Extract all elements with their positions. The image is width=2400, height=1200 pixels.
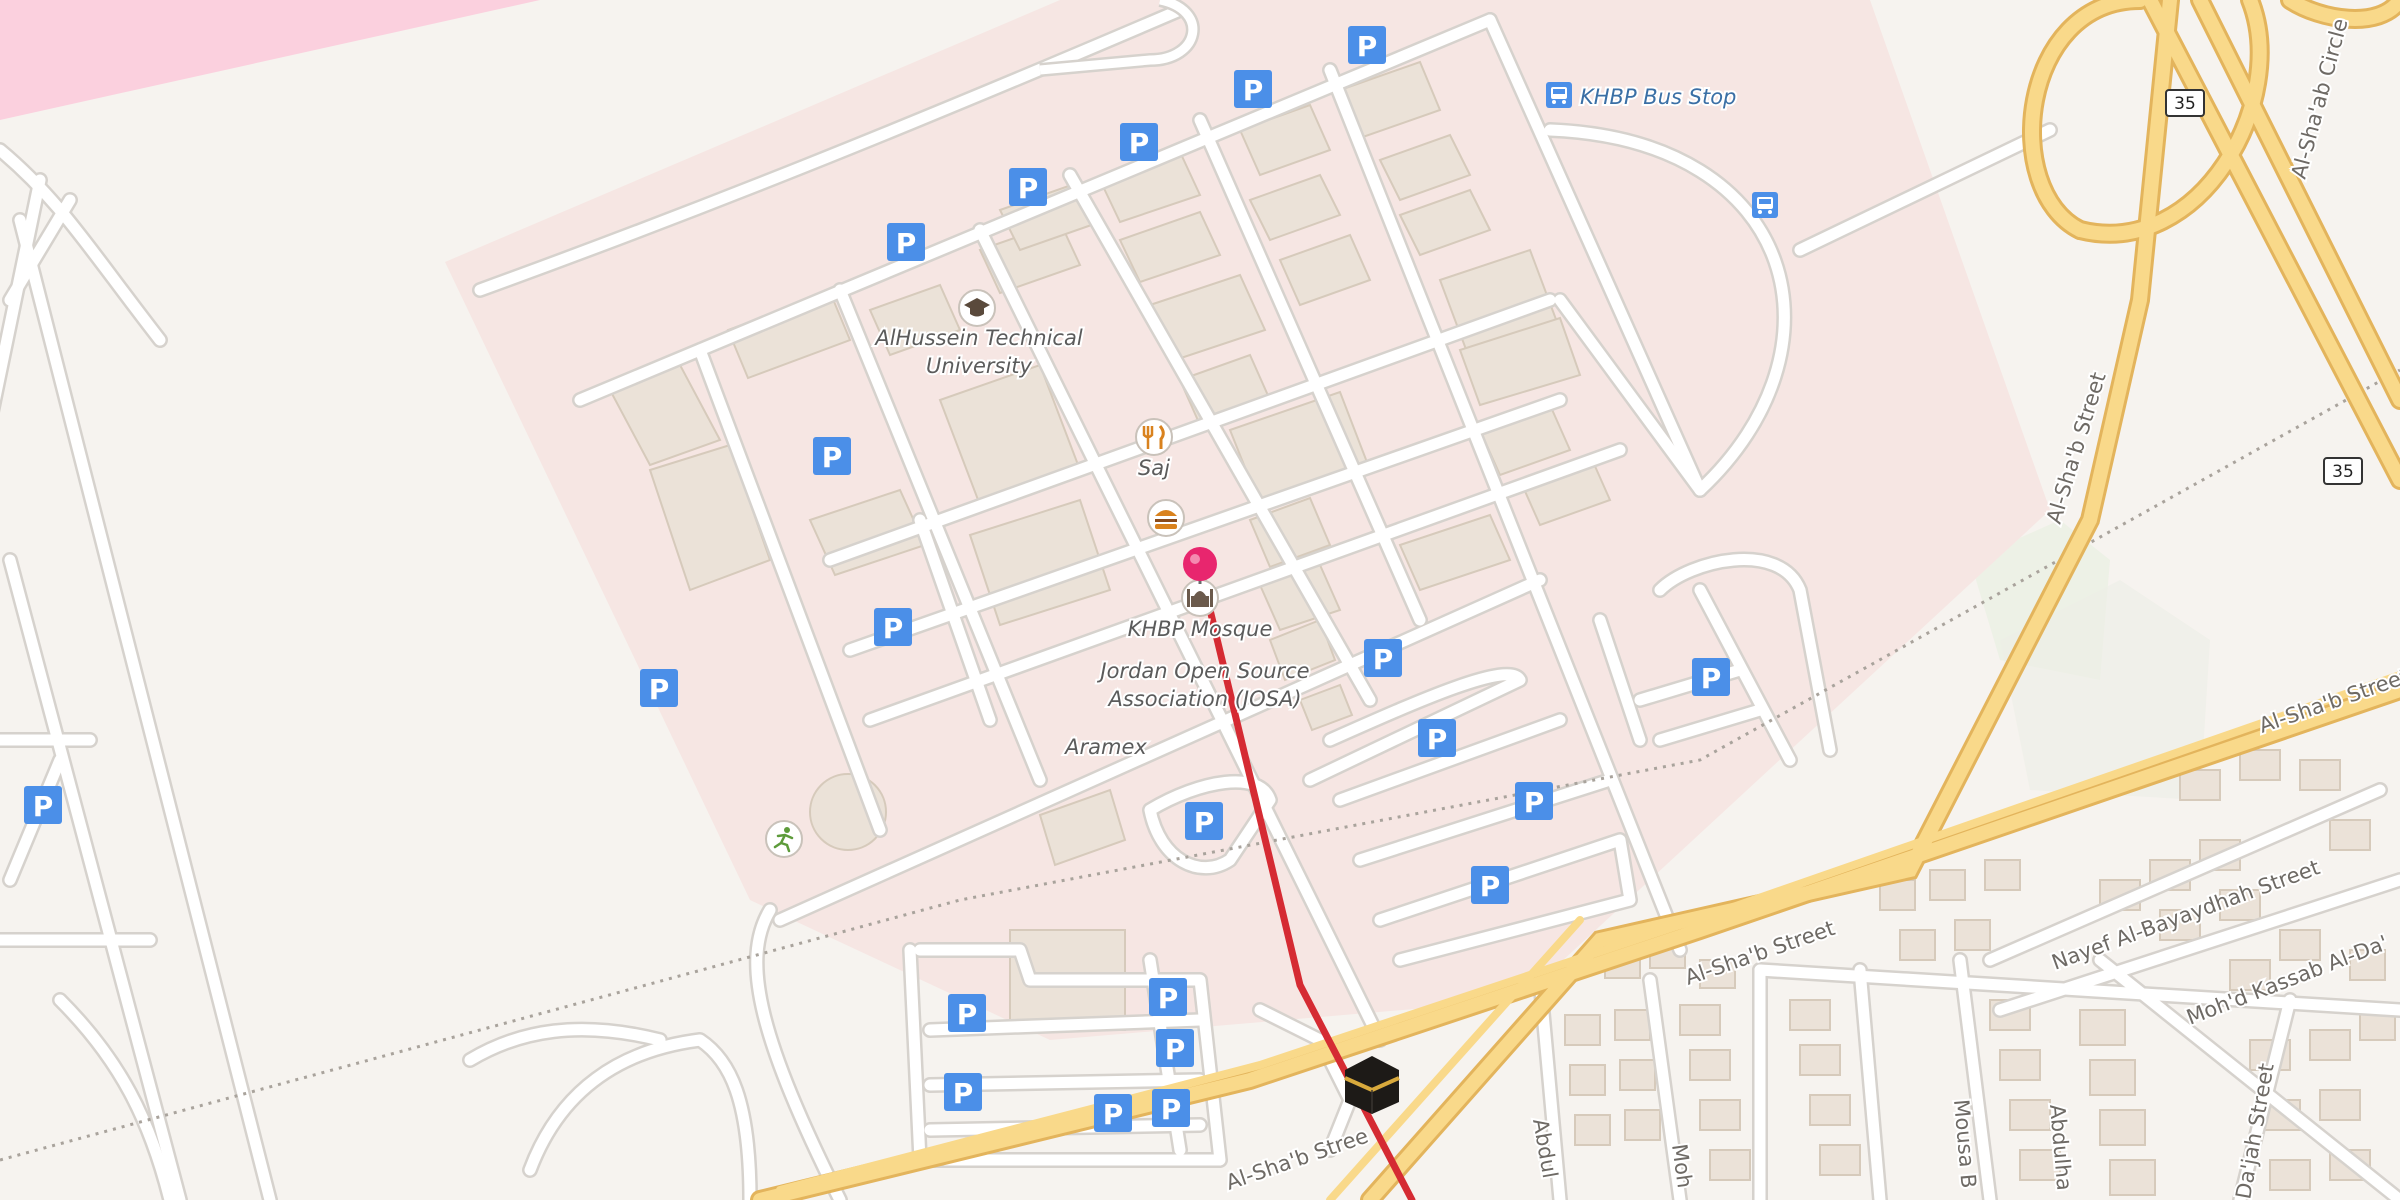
svg-text:P: P xyxy=(1524,786,1545,819)
burger-icon[interactable] xyxy=(1147,499,1185,537)
fork-knife-icon[interactable] xyxy=(1135,418,1173,456)
saj-label: Saj xyxy=(1138,456,1170,480)
svg-text:P: P xyxy=(896,227,917,260)
aramex-label: Aramex xyxy=(1063,735,1147,759)
mosque-label: KHBP Mosque xyxy=(1128,617,1273,641)
svg-text:P: P xyxy=(1194,806,1215,839)
svg-text:P: P xyxy=(1427,723,1448,756)
svg-text:P: P xyxy=(1357,30,1378,63)
svg-text:P: P xyxy=(649,673,670,706)
svg-text:P: P xyxy=(953,1077,974,1110)
svg-text:P: P xyxy=(883,612,904,645)
svg-text:P: P xyxy=(1701,662,1722,695)
route-shield-35-right: 35 xyxy=(2323,457,2363,485)
university-icon[interactable] xyxy=(958,289,996,327)
svg-text:P: P xyxy=(1103,1098,1124,1131)
svg-text:P: P xyxy=(1158,982,1179,1015)
mosque-icon[interactable] xyxy=(1181,579,1219,617)
svg-text:P: P xyxy=(1018,172,1039,205)
svg-text:P: P xyxy=(1480,870,1501,903)
svg-text:P: P xyxy=(1129,127,1150,160)
map-canvas[interactable]: P P P P P P P P P P P P P P P P P P P P … xyxy=(0,0,2400,1200)
svg-text:35: 35 xyxy=(2174,94,2196,114)
bus-stop-label: KHBP Bus Stop xyxy=(1580,85,1736,109)
svg-text:P: P xyxy=(822,441,843,474)
svg-text:P: P xyxy=(957,998,978,1031)
svg-text:P: P xyxy=(33,790,54,823)
bus-icon[interactable] xyxy=(1752,192,1778,218)
running-person-icon[interactable] xyxy=(765,820,803,858)
route-shield-35-top: 35 xyxy=(2165,89,2205,117)
svg-text:P: P xyxy=(1243,74,1264,107)
svg-text:P: P xyxy=(1165,1033,1186,1066)
bus-icon[interactable] xyxy=(1546,82,1572,108)
svg-text:P: P xyxy=(1373,643,1394,676)
svg-text:35: 35 xyxy=(2332,462,2354,482)
svg-text:P: P xyxy=(1161,1093,1182,1126)
